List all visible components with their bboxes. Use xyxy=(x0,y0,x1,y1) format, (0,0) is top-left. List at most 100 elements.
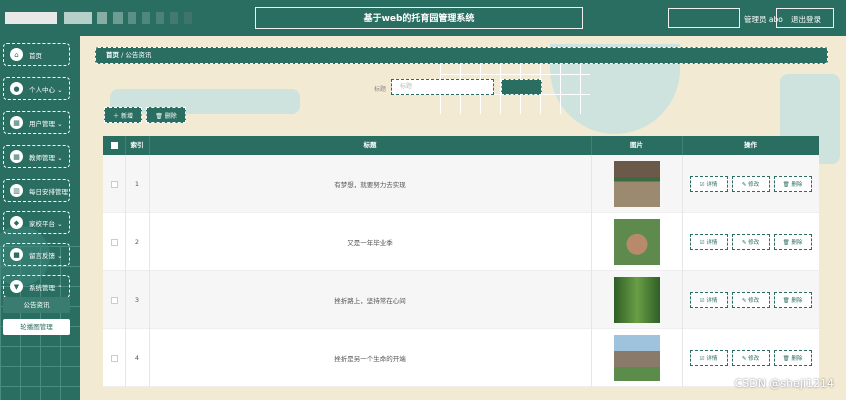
breadcrumb: 首页 / 公告资讯 xyxy=(95,47,828,64)
row-actions-cell: ☑ 详情 ✎ 修改 🗑 删除 xyxy=(682,271,819,329)
location-icon: ◆ xyxy=(10,216,23,229)
row-title: 挫折是另一个生命的开端 xyxy=(334,355,406,363)
header-index: 索引 xyxy=(130,141,144,149)
detail-button[interactable]: ☑ 详情 xyxy=(689,234,728,250)
row-checkbox[interactable] xyxy=(110,296,118,304)
logo-block xyxy=(97,12,107,24)
header-title: 标题 xyxy=(363,141,377,149)
sidebar-item-4[interactable]: ▥ 每日安排管理 xyxy=(3,179,70,202)
sidebar-subitem-carousel[interactable]: 轮播图管理 xyxy=(3,319,70,335)
grid-icon: ▦ xyxy=(10,116,23,129)
row-index: 1 xyxy=(134,180,140,188)
logo-block xyxy=(184,12,192,24)
search-button[interactable] xyxy=(501,79,542,95)
row-actions-cell: ☑ 详情 ✎ 修改 🗑 删除 xyxy=(682,213,819,271)
row-actions-cell: ☑ 详情 ✎ 修改 🗑 删除 xyxy=(682,155,819,213)
sidebar-item-1[interactable]: ● 个人中心 ⌄ xyxy=(3,77,70,100)
sidebar-item-label: 每日安排管理 xyxy=(29,187,68,196)
breadcrumb-current: 公告资讯 xyxy=(125,51,152,59)
row-title: 挫折路上，坚持常在心间 xyxy=(334,297,406,305)
detail-button[interactable]: ☑ 详情 xyxy=(689,350,728,366)
search-label: 标题 xyxy=(374,86,387,93)
logo-block xyxy=(64,12,92,24)
delete-row-button[interactable]: 🗑 删除 xyxy=(773,292,812,308)
row-index: 3 xyxy=(134,296,140,304)
row-index: 2 xyxy=(134,238,140,246)
edit-button[interactable]: ✎ 修改 xyxy=(731,350,770,366)
grid-icon: ▦ xyxy=(10,150,23,163)
home-icon: ⌂ xyxy=(10,48,23,61)
table-header: 索引 标题 图片 操作 xyxy=(103,136,819,155)
detail-button[interactable]: ☑ 详情 xyxy=(689,176,728,192)
row-index: 4 xyxy=(134,354,140,362)
table-row: 1 有梦想，就要努力去实现 ☑ 详情 ✎ 修改 🗑 删除 xyxy=(103,155,819,213)
logout-frame[interactable]: 退出登录 xyxy=(776,8,834,28)
sidebar-item-3[interactable]: ▦ 教师管理 ⌄ xyxy=(3,145,70,168)
logo-block xyxy=(142,12,150,24)
sidebar-item-label: 用户管理 ⌄ xyxy=(29,119,63,128)
title-frame: 基于web的托育园管理系统 xyxy=(255,7,583,29)
delete-row-button[interactable]: 🗑 删除 xyxy=(773,234,812,250)
edit-button[interactable]: ✎ 修改 xyxy=(731,176,770,192)
detail-button[interactable]: ☑ 详情 xyxy=(689,292,728,308)
breadcrumb-home[interactable]: 首页 xyxy=(106,51,119,59)
logo-block xyxy=(113,12,123,24)
sidebar-item-label: 系统管理 ⌃ xyxy=(29,283,63,292)
table-row: 2 又是一年毕业季 ☑ 详情 ✎ 修改 🗑 删除 xyxy=(103,213,819,271)
row-image-cell xyxy=(591,213,682,271)
sidebar-item-5[interactable]: ◆ 家校平台 ⌄ xyxy=(3,211,70,234)
select-all-checkbox[interactable] xyxy=(110,142,118,149)
sidebar-item-6[interactable]: ■ 留言反馈 ⌄ xyxy=(3,243,70,266)
logout-button[interactable]: 退出登录 xyxy=(791,14,821,25)
row-image-cell xyxy=(591,271,682,329)
logo-block xyxy=(128,12,136,24)
sidebar-item-2[interactable]: ▦ 用户管理 ⌄ xyxy=(3,111,70,134)
row-title: 有梦想，就要努力去实现 xyxy=(334,181,406,189)
table-row: 4 挫折是另一个生命的开端 ☑ 详情 ✎ 修改 🗑 删除 xyxy=(103,329,819,387)
row-checkbox-cell xyxy=(103,213,125,271)
sidebar-item-0[interactable]: ⌂ 首页 xyxy=(3,43,70,66)
shield-icon: ▼ xyxy=(10,280,23,293)
row-checkbox-cell xyxy=(103,271,125,329)
logo-block xyxy=(170,12,178,24)
add-button[interactable]: ＋ 新增 xyxy=(104,107,142,123)
delete-button[interactable]: 🗑 删除 xyxy=(146,107,186,123)
row-checkbox[interactable] xyxy=(110,238,118,246)
row-checkbox-cell xyxy=(103,155,125,213)
logo-block xyxy=(156,12,164,24)
delete-row-button[interactable]: 🗑 删除 xyxy=(773,350,812,366)
sidebar-item-label: 首页 xyxy=(29,51,42,60)
sidebar-item-label: 个人中心 ⌄ xyxy=(29,85,63,94)
news-thumbnail xyxy=(613,277,660,323)
row-image-cell xyxy=(591,329,682,387)
news-thumbnail xyxy=(613,219,660,265)
table-row: 3 挫折路上，坚持常在心间 ☑ 详情 ✎ 修改 🗑 删除 xyxy=(103,271,819,329)
row-checkbox[interactable] xyxy=(110,354,118,362)
app-title: 基于web的托育园管理系统 xyxy=(363,14,475,24)
header-checkbox-cell xyxy=(103,136,125,155)
row-image-cell xyxy=(591,155,682,213)
logo-block xyxy=(5,12,57,24)
top-header: 基于web的托育园管理系统 管理员 abo 退出登录 xyxy=(0,0,846,36)
search-input[interactable]: 标题 xyxy=(391,79,494,95)
news-thumbnail xyxy=(613,335,660,381)
delete-row-button[interactable]: 🗑 删除 xyxy=(773,176,812,192)
watermark: CSDN @sheji1214 xyxy=(734,377,834,390)
sidebar-subitem-news[interactable]: 公告资讯 xyxy=(3,297,70,313)
sidebar-item-label: 家校平台 ⌄ xyxy=(29,219,63,228)
sidebar-item-label: 教师管理 ⌄ xyxy=(29,153,63,162)
user-frame xyxy=(668,8,740,28)
row-checkbox[interactable] xyxy=(110,180,118,188)
sidebar-item-7[interactable]: ▼ 系统管理 ⌃ xyxy=(3,275,70,298)
edit-button[interactable]: ✎ 修改 xyxy=(731,234,770,250)
edit-button[interactable]: ✎ 修改 xyxy=(731,292,770,308)
calendar-icon: ▥ xyxy=(10,184,23,197)
user-icon: ● xyxy=(10,82,23,95)
breadcrumb-sep: / xyxy=(121,51,124,59)
message-icon: ■ xyxy=(10,248,23,261)
header-actions: 操作 xyxy=(744,141,757,149)
sidebar-item-label: 留言反馈 ⌄ xyxy=(29,251,63,260)
row-checkbox-cell xyxy=(103,329,125,387)
background-band xyxy=(0,36,846,44)
row-title: 又是一年毕业季 xyxy=(347,239,393,247)
